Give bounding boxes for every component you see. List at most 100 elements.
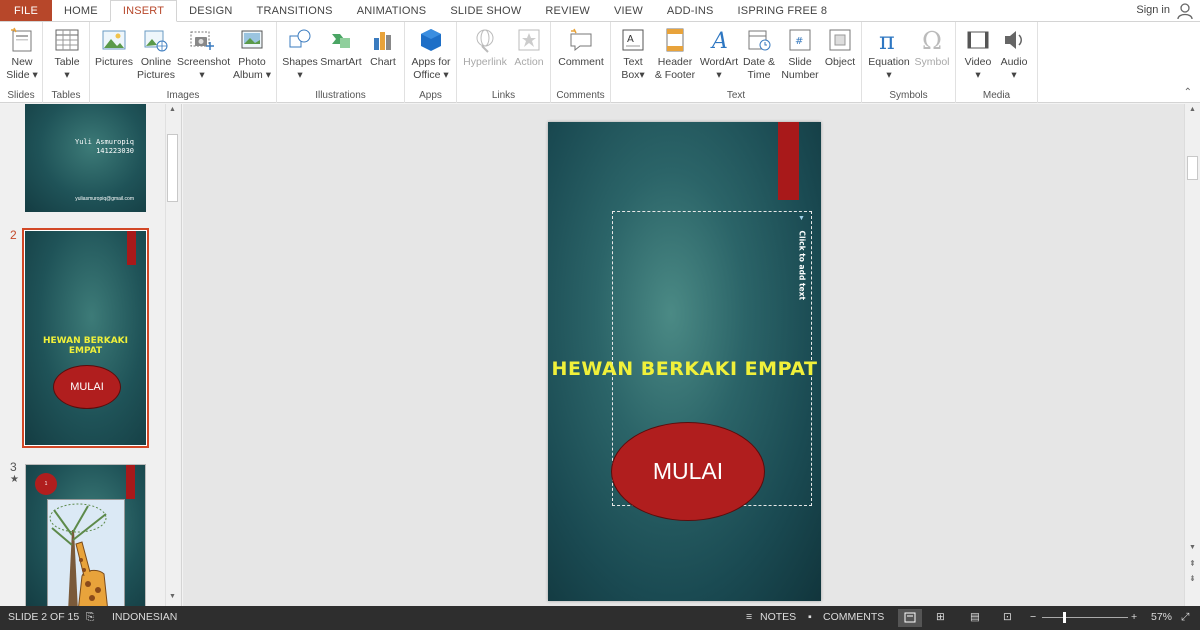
tab-slide-show[interactable]: SLIDE SHOW	[438, 0, 533, 21]
text-box-button[interactable]: A Text Box▾	[615, 26, 651, 82]
scroll-down-icon[interactable]: ▼	[167, 593, 178, 604]
tab-view[interactable]: VIEW	[602, 0, 655, 21]
spelling-check-icon[interactable]: ⎘	[86, 611, 94, 624]
normal-view-icon	[904, 612, 916, 623]
mulai-button[interactable]: MULAI	[611, 422, 765, 521]
svg-text:A: A	[710, 29, 728, 54]
notes-button[interactable]: NOTES	[760, 611, 796, 623]
chart-button[interactable]: Chart	[365, 26, 401, 69]
previous-slide-icon[interactable]: ⇞	[1187, 559, 1198, 568]
smartart-icon	[332, 34, 350, 48]
table-button[interactable]: Table ▾	[49, 26, 85, 82]
screenshot-button[interactable]: Screenshot ▾	[177, 26, 230, 82]
photo-album-icon	[241, 30, 263, 49]
group-media: Video ▾ Audio ▾ Media	[956, 22, 1038, 103]
shapes-button[interactable]: Shapes ▾	[281, 26, 319, 82]
canvas-scrollbar[interactable]: ▲ ▼ ⇞ ⇟	[1184, 104, 1200, 606]
thumbnail-slide-3[interactable]: 1	[25, 464, 146, 606]
group-symbols: π Equation ▾ Ω Symbol Symbols	[862, 22, 956, 103]
zoom-in-icon[interactable]: +	[1131, 611, 1137, 623]
fit-slide-icon[interactable]: ⤢	[1181, 611, 1189, 624]
object-button[interactable]: Object	[821, 26, 859, 69]
scroll-up-icon[interactable]: ▲	[167, 106, 178, 117]
normal-view-button[interactable]	[898, 609, 922, 627]
thumb-mulai-oval: MULAI	[53, 365, 121, 409]
group-apps: Apps for Office ▾ Apps	[405, 22, 457, 103]
group-illustrations: Shapes ▾ SmartArt Chart Illustrations	[277, 22, 405, 103]
pictures-button[interactable]: Pictures	[94, 26, 134, 69]
thumbnail-slide-1[interactable]: Yuli Asmuropiq 141223030 yuliasmuropiq@g…	[25, 104, 146, 212]
group-comments: Comment Comments	[551, 22, 611, 103]
svg-text:Ω: Ω	[922, 27, 942, 54]
tab-home[interactable]: HOME	[52, 0, 110, 21]
action-button[interactable]: Action	[511, 26, 547, 69]
zoom-slider-track[interactable]	[1042, 617, 1128, 618]
online-pictures-button[interactable]: Online Pictures	[136, 26, 176, 82]
slide-counter: SLIDE 2 OF 15	[8, 611, 80, 623]
slide-sorter-icon[interactable]: ⊞	[936, 611, 945, 623]
header-footer-button[interactable]: Header & Footer	[653, 26, 697, 82]
wordart-button[interactable]: A WordArt ▾	[699, 26, 739, 82]
group-tables: Table ▾ Tables	[43, 22, 90, 103]
zoom-slider-handle[interactable]	[1063, 612, 1066, 623]
new-slide-icon	[11, 27, 32, 52]
tab-add-ins[interactable]: ADD-INS	[655, 0, 726, 21]
thumbnail-slide-2[interactable]: HEWAN BERKAKI EMPAT MULAI	[25, 231, 146, 445]
wordart-icon: A	[710, 29, 728, 54]
giraffe-picture	[47, 499, 125, 606]
tab-animations[interactable]: ANIMATIONS	[345, 0, 439, 21]
comment-button[interactable]: Comment	[555, 26, 607, 69]
tab-file[interactable]: FILE	[0, 0, 52, 21]
omega-icon: Ω	[922, 27, 942, 54]
collapse-ribbon-icon[interactable]: ⌃	[1184, 87, 1192, 98]
tab-design[interactable]: DESIGN	[177, 0, 244, 21]
comments-icon: ▪	[808, 611, 812, 623]
tab-review[interactable]: REVIEW	[533, 0, 602, 21]
language-indicator[interactable]: INDONESIAN	[112, 611, 177, 623]
hyperlink-button[interactable]: Hyperlink	[461, 26, 509, 69]
notes-icon: ≡	[746, 611, 753, 623]
zoom-out-icon[interactable]: −	[1030, 611, 1036, 623]
pi-icon: π	[879, 27, 895, 54]
thumb-author-name: Yuli Asmuropiq	[74, 138, 134, 146]
hyperlink-icon	[476, 29, 494, 53]
user-icon[interactable]	[1176, 2, 1194, 20]
equation-button[interactable]: π Equation ▾	[866, 26, 912, 82]
thumb-red-ribbon	[127, 231, 136, 265]
pictures-icon	[102, 30, 126, 50]
photo-album-button[interactable]: Photo Album ▾	[230, 26, 274, 82]
text-box-icon: A	[622, 29, 644, 51]
action-star-icon	[518, 29, 540, 51]
comments-button[interactable]: COMMENTS	[823, 611, 884, 623]
date-time-button[interactable]: Date & Time	[741, 26, 777, 82]
ribbon-tab-bar: FILE HOME INSERT DESIGN TRANSITIONS ANIM…	[0, 0, 1200, 22]
video-button[interactable]: Video ▾	[960, 26, 996, 82]
thumbnail-scroll-thumb[interactable]	[167, 134, 178, 202]
placeholder-arrow-icon: ▼	[798, 215, 805, 222]
zoom-level[interactable]: 57%	[1151, 611, 1172, 623]
slide-number-button[interactable]: # Slide Number	[779, 26, 821, 82]
reading-view-icon[interactable]: ▤	[970, 611, 980, 623]
slide-show-icon[interactable]: ⊡	[1003, 611, 1012, 623]
tab-transitions[interactable]: TRANSITIONS	[245, 0, 345, 21]
tab-insert[interactable]: INSERT	[109, 0, 178, 22]
current-slide[interactable]: ▼ Click to add text HEWAN BERKAKI EMPAT …	[548, 122, 821, 601]
canvas-scroll-thumb[interactable]	[1187, 156, 1198, 180]
sign-in-link[interactable]: Sign in	[1136, 4, 1170, 16]
smartart-button[interactable]: SmartArt	[319, 26, 363, 69]
canvas-scroll-up-icon[interactable]: ▲	[1187, 106, 1198, 113]
slide-title[interactable]: HEWAN BERKAKI EMPAT	[548, 358, 821, 380]
new-slide-button[interactable]: New Slide ▾	[4, 26, 40, 82]
online-pictures-icon	[144, 30, 168, 52]
thumbnail-scrollbar[interactable]: ▲ ▼	[165, 104, 179, 606]
slide-thumbnail-pane: Yuli Asmuropiq 141223030 yuliasmuropiq@g…	[0, 104, 182, 606]
slide-red-ribbon	[778, 122, 799, 200]
next-slide-icon[interactable]: ⇟	[1187, 574, 1198, 583]
audio-button[interactable]: Audio ▾	[996, 26, 1032, 82]
canvas-scroll-down-icon[interactable]: ▼	[1187, 544, 1198, 551]
apps-for-office-button[interactable]: Apps for Office ▾	[409, 26, 453, 82]
tab-ispring[interactable]: ISPRING FREE 8	[726, 0, 840, 21]
symbol-button[interactable]: Ω Symbol	[912, 26, 952, 69]
svg-text:π: π	[879, 27, 895, 54]
ribbon: New Slide ▾ Slides Table ▾ Tables Pictures…	[0, 22, 1200, 103]
